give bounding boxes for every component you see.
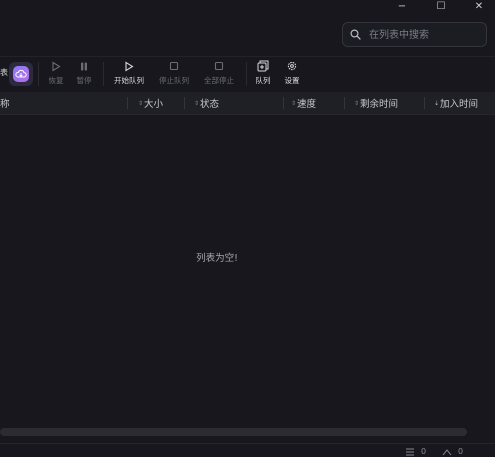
pause-button[interactable]: 暂停 <box>72 59 96 89</box>
uploading-count: 0 <box>442 447 463 456</box>
stop-queue-label: 停止队列 <box>159 76 189 85</box>
column-divider[interactable] <box>184 97 185 109</box>
toolbar-partial-label[interactable]: 表 <box>0 67 8 78</box>
play-icon <box>51 59 61 73</box>
column-added-label: 加入时间 <box>440 99 479 110</box>
start-queue-button[interactable]: 开始队列 <box>110 59 148 89</box>
search-row <box>0 12 495 57</box>
settings-label: 设置 <box>284 76 300 85</box>
gear-icon <box>286 59 298 73</box>
queue-button[interactable]: 队列 <box>251 59 275 89</box>
horizontal-scrollbar[interactable] <box>0 428 467 436</box>
column-remaining[interactable]: ⇕ 剩余时间 <box>354 92 398 114</box>
settings-button[interactable]: 设置 <box>280 59 304 89</box>
column-divider[interactable] <box>344 97 345 109</box>
minimize-button[interactable]: − <box>390 0 414 12</box>
stop-all-label: 全部停止 <box>204 76 234 85</box>
sort-icon: ⇕ <box>138 99 144 107</box>
uploading-count-value: 0 <box>458 447 464 456</box>
column-name[interactable]: 称 <box>0 92 10 114</box>
maximize-button[interactable]: ☐ <box>429 0 453 12</box>
search-box[interactable] <box>342 22 487 47</box>
list-icon <box>406 448 414 455</box>
sort-icon: ⇕ <box>354 99 360 107</box>
column-divider[interactable] <box>127 97 128 109</box>
upload-icon <box>442 448 452 455</box>
queue-label: 队列 <box>255 76 271 85</box>
queue-icon <box>257 59 269 73</box>
column-added[interactable]: ⇣ 加入时间 <box>434 92 478 114</box>
stop-icon <box>214 59 224 73</box>
column-speed[interactable]: ⇕ 速度 <box>291 92 316 114</box>
column-size-label: 大小 <box>144 99 164 110</box>
column-status-label: 状态 <box>200 99 220 110</box>
column-speed-label: 速度 <box>297 99 317 110</box>
downloading-count-value: 0 <box>421 447 427 456</box>
add-download-button[interactable] <box>9 62 33 86</box>
sort-desc-icon: ⇣ <box>434 99 440 107</box>
start-queue-label: 开始队列 <box>114 76 144 85</box>
toolbar: 表 恢复 暂停 开始队列 停止队列 全部停止 队列 设置 <box>0 57 495 91</box>
downloading-count: 0 <box>405 447 426 456</box>
pause-label: 暂停 <box>76 76 92 85</box>
stop-icon <box>169 59 179 73</box>
column-name-label: 称 <box>0 99 10 110</box>
play-icon <box>124 59 134 73</box>
resume-label: 恢复 <box>48 76 64 85</box>
search-icon <box>350 29 361 40</box>
column-remaining-label: 剩余时间 <box>360 99 399 110</box>
title-bar: − ☐ ✕ <box>0 0 495 12</box>
sort-icon: ⇕ <box>194 99 200 107</box>
close-button[interactable]: ✕ <box>467 0 491 12</box>
sort-icon: ⇕ <box>291 99 297 107</box>
empty-list-message: 列表为空! <box>196 253 238 264</box>
column-header: 称 ⇕ 大小 ⇕ 状态 ⇕ 速度 ⇕ 剩余时间 ⇣ 加入时间 <box>0 92 495 115</box>
stop-queue-button[interactable]: 停止队列 <box>155 59 193 89</box>
column-size[interactable]: ⇕ 大小 <box>138 92 163 114</box>
stop-all-button[interactable]: 全部停止 <box>200 59 238 89</box>
column-divider[interactable] <box>424 97 425 109</box>
column-status[interactable]: ⇕ 状态 <box>194 92 219 114</box>
cloud-download-icon <box>13 66 29 82</box>
resume-button[interactable]: 恢复 <box>44 59 68 89</box>
search-input[interactable] <box>367 26 483 45</box>
status-bar: 0 0 <box>0 443 495 457</box>
column-divider[interactable] <box>283 97 284 109</box>
pause-icon <box>79 59 89 73</box>
